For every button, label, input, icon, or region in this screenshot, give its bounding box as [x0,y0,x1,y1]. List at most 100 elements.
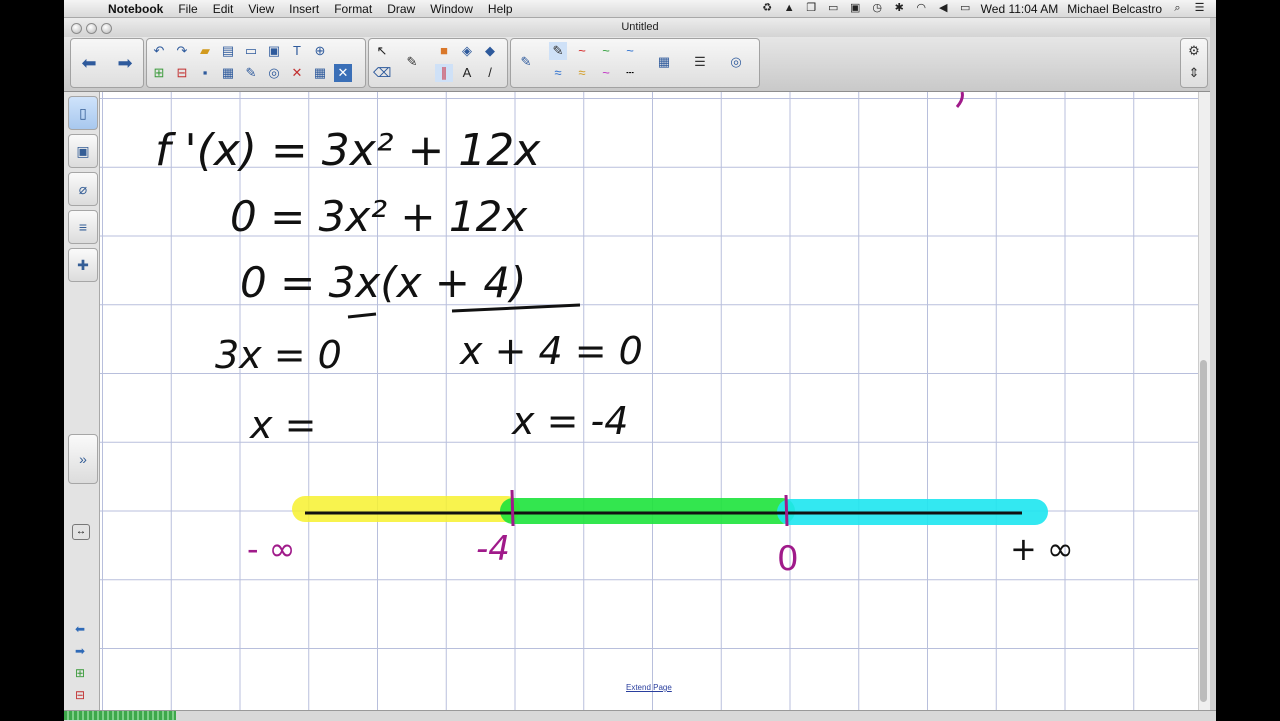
zoom-window-button[interactable] [101,23,112,34]
solution-2: x = -4 [511,399,628,443]
back-icon[interactable]: ⬅ [80,54,98,72]
delete-page-icon[interactable]: ⊟ [173,64,191,82]
notebook-toolbar: ⬅ ➡ ↶ ↷ ▰ ▤ ▭ ▣ T ⊕ ⊞ ⊟ ▪ ▦ ✎ ◎ ✕ ▦ ✕ ↖ … [64,37,1216,92]
spotlight-icon[interactable]: ⌕ [1171,3,1184,14]
menu-format[interactable]: Format [334,2,372,16]
eraser-icon[interactable]: ⌫ [373,64,391,82]
properties-tab-icon: ≡ [78,219,88,235]
settings-icon[interactable]: ⚙ [1185,42,1203,60]
windows-icon[interactable]: ❐ [805,3,818,14]
grid-icon[interactable]: ▦ [311,64,329,82]
creative-pen-icon[interactable]: ∥ [435,64,453,82]
monitor-icon[interactable]: ▭ [827,3,840,14]
tick-neg4 [510,489,515,527]
addons-tab[interactable]: ✚ [68,248,98,282]
fill-icon[interactable]: ◈ [458,42,476,60]
minimize-window-button[interactable] [86,23,97,34]
line-icon[interactable]: / [481,64,499,82]
page-icon: ▯ [79,105,87,121]
open-icon[interactable]: ▰ [196,42,214,60]
window-title: Untitled [621,21,659,33]
menu-file[interactable]: File [178,2,197,16]
gallery-tab[interactable]: ▣ [68,134,98,168]
pen-style-magenta[interactable]: ~ [597,64,615,82]
label-neg-infinity: - ∞ [247,530,295,568]
label-neg-four: -4 [476,529,510,569]
pen-tool-icon[interactable]: ✎ [517,53,535,71]
battery-icon[interactable]: ▭ [959,3,972,14]
user-name[interactable]: Michael Belcastro [1067,2,1162,16]
menu-window[interactable]: Window [430,2,473,16]
text-icon[interactable]: A [458,64,476,82]
toggle-side-icon[interactable]: ↔ [72,524,90,540]
clear-icon[interactable]: ✎ [242,64,260,82]
up-icon[interactable]: ▲ [783,3,796,14]
factor-eq-2: x + 4 = 0 [459,329,643,373]
add-page-small-icon[interactable]: ⊞ [72,666,88,680]
delete-icon[interactable]: ✕ [288,64,306,82]
save-icon[interactable]: ▪ [196,64,214,82]
menu-insert[interactable]: Insert [289,2,319,16]
pen-style-blue-thick[interactable]: ≈ [549,64,567,82]
collapse-tabs-handle[interactable]: » [68,434,98,484]
list-icon[interactable]: ☰ [1193,3,1206,14]
fullscreen-icon[interactable]: ✕ [334,64,352,82]
scrollbar-thumb[interactable] [1200,360,1207,702]
extend-page-link[interactable]: Extend Page [626,683,672,692]
toolbar-settings-group: ⚙ ⇕ [1180,38,1208,88]
shapes-icon[interactable]: ■ [435,42,453,60]
add-page-icon[interactable]: ⊞ [150,64,168,82]
label-zero: 0 [777,539,799,579]
derivative-line: f '(x) = 3x² + 12x [155,125,541,176]
paste-icon[interactable]: ▤ [219,42,237,60]
nav-group: ⬅ ➡ [70,38,144,88]
bluetooth-icon[interactable]: ✱ [893,3,906,14]
redo-icon[interactable]: ↷ [173,42,191,60]
close-window-button[interactable] [71,23,82,34]
pen-style-black[interactable]: ✎ [549,42,567,60]
volume-icon[interactable]: ◀ [937,3,950,14]
menu-edit[interactable]: Edit [213,2,234,16]
menu-draw[interactable]: Draw [387,2,415,16]
menu-app[interactable]: Notebook [108,2,163,16]
draw-tools-group: ↖ ⌫ ✎ ■ ◈ ◆ ∥ A / [368,38,508,88]
pen-icon[interactable]: ✎ [403,53,421,71]
magnifier-icon[interactable]: ⊕ [311,42,329,60]
table-icon[interactable]: T [288,42,306,60]
status-bar [64,710,1216,721]
document-camera-icon[interactable]: ▦ [219,64,237,82]
delete-page-small-icon[interactable]: ⊟ [72,688,88,702]
transparency-icon[interactable]: ◎ [727,53,745,71]
gallery-icon: ▣ [76,143,90,159]
pen-style-green[interactable]: ~ [597,42,615,60]
time-machine-icon[interactable]: ◷ [871,3,884,14]
page-sorter-tab[interactable]: ▯ [68,96,98,130]
undo-icon[interactable]: ↶ [150,42,168,60]
capture-icon[interactable]: ▣ [265,42,283,60]
menu-help[interactable]: Help [488,2,513,16]
prev-page-icon[interactable]: ⬅ [72,622,88,636]
pen-style-red[interactable]: ~ [573,42,591,60]
pen-style-blue[interactable]: ~ [621,42,639,60]
attachments-tab[interactable]: ⌀ [68,172,98,206]
whiteboard-drawing: f '(x) = 3x² + 12x 0 = 3x² + 12x 0 = 3x(… [155,92,1074,579]
screen-shade-icon[interactable]: ▭ [242,42,260,60]
solution-1: x = [249,403,316,447]
pen-style-dashed[interactable]: ┄ [621,64,639,82]
wifi-icon[interactable]: ◠ [915,3,928,14]
display-icon[interactable]: ▣ [849,3,862,14]
color-palette-icon[interactable]: ▦ [655,53,673,71]
properties-tab[interactable]: ≡ [68,210,98,244]
next-page-icon[interactable]: ➡ [72,644,88,658]
properties-icon[interactable]: ◆ [481,42,499,60]
forward-icon[interactable]: ➡ [116,54,134,72]
clock[interactable]: Wed 11:04 AM [981,2,1059,16]
select-icon[interactable]: ↖ [373,42,391,60]
record-icon[interactable]: ◎ [265,64,283,82]
whiteboard-canvas[interactable]: f '(x) = 3x² + 12x 0 = 3x² + 12x 0 = 3x(… [100,92,1198,710]
menu-view[interactable]: View [248,2,274,16]
pen-style-orange[interactable]: ≈ [573,64,591,82]
sync-icon[interactable]: ♻ [761,3,774,14]
line-style-icon[interactable]: ☰ [691,53,709,71]
toolbar-position-icon[interactable]: ⇕ [1185,64,1203,82]
